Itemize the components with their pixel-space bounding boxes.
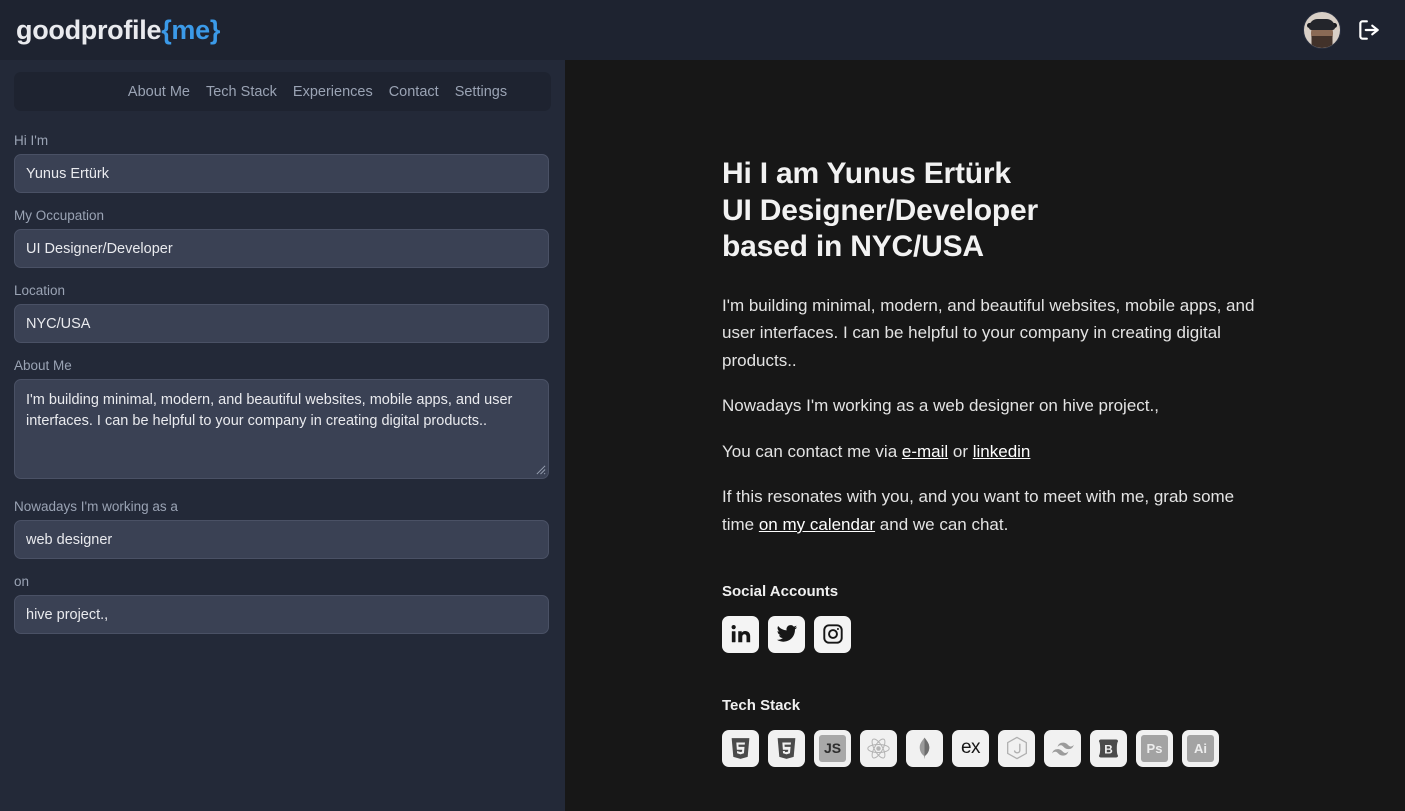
mongodb-icon	[919, 737, 930, 759]
header-actions	[1303, 11, 1389, 49]
hero-title-line-3: based in NYC/USA	[722, 230, 984, 264]
react-tile[interactable]	[860, 729, 897, 767]
calendar-text-suffix: and we can chat.	[875, 514, 1009, 534]
javascript-tile[interactable]: JS	[814, 729, 851, 767]
logout-icon	[1359, 20, 1379, 40]
hero-paragraph-contact: You can contact me via e-mail or linkedi…	[722, 438, 1257, 466]
field-name: Hi I'm	[14, 133, 551, 193]
bootstrap-icon: B	[1098, 739, 1119, 757]
social-accounts-heading: Social Accounts	[722, 582, 839, 600]
preview-panel: Hi I am Yunus Ertürk UI Designer/Develop…	[565, 60, 1405, 811]
illustrator-tile[interactable]: Ai	[1182, 729, 1219, 767]
section-tabs: About Me Tech Stack Experiences Contact …	[14, 72, 551, 111]
bootstrap-tile[interactable]: B	[1090, 729, 1127, 767]
tab-about-me[interactable]: About Me	[120, 84, 198, 100]
tab-contact[interactable]: Contact	[381, 84, 447, 100]
location-input[interactable]	[14, 304, 549, 343]
photoshop-badge: Ps	[1141, 734, 1168, 762]
name-input[interactable]	[14, 154, 549, 193]
css3-icon	[777, 737, 796, 759]
hero-paragraph-calendar: If this resonates with you, and you want…	[722, 483, 1257, 538]
field-about-me: About Me I'm building minimal, modern, a…	[14, 358, 551, 484]
hero-title: Hi I am Yunus Ertürk UI Designer/Develop…	[722, 156, 1282, 266]
tailwind-tile[interactable]	[1044, 729, 1081, 767]
preview-content: Hi I am Yunus Ertürk UI Designer/Develop…	[722, 156, 1282, 767]
tab-tech-stack[interactable]: Tech Stack	[198, 84, 285, 100]
express-label: ex	[960, 737, 981, 758]
hero-title-line-2: UI Designer/Developer	[722, 193, 1038, 227]
app-header: goodprofile{me}	[0, 0, 1405, 60]
hero-paragraph-current-work: Nowadays I'm working as a web designer o…	[722, 396, 1159, 416]
about-me-wrapper: I'm building minimal, modern, and beauti…	[14, 379, 549, 479]
illustrator-badge: Ai	[1187, 734, 1214, 762]
avatar-beard	[1311, 35, 1333, 48]
occupation-input[interactable]	[14, 229, 549, 268]
field-working-as: Nowadays I'm working as a	[14, 499, 551, 559]
javascript-label: JS	[823, 740, 842, 756]
field-location: Location	[14, 283, 551, 343]
contact-text-mid: or	[948, 441, 973, 461]
twitter-button[interactable]	[768, 615, 805, 653]
express-tile[interactable]: ex	[952, 729, 989, 767]
twitter-icon	[776, 625, 797, 642]
mongodb-tile[interactable]	[906, 729, 943, 767]
calendar-link[interactable]: on my calendar	[759, 515, 875, 534]
svg-text:B: B	[1104, 742, 1113, 756]
react-icon	[867, 738, 890, 758]
tab-experiences[interactable]: Experiences	[285, 84, 381, 100]
hero-paragraph-intro: I'm building minimal, modern, and beauti…	[722, 295, 1255, 370]
field-label-working-as: Nowadays I'm working as a	[14, 499, 178, 514]
tailwind-icon	[1051, 742, 1074, 756]
logo-text: goodprofile	[16, 14, 162, 45]
instagram-button[interactable]	[814, 615, 851, 653]
avatar[interactable]	[1303, 11, 1341, 49]
instagram-icon	[822, 624, 843, 644]
linkedin-button[interactable]	[722, 615, 759, 653]
hero-title-line-1: Hi I am Yunus Ertürk	[722, 157, 1011, 190]
field-occupation: My Occupation	[14, 208, 551, 268]
logo-accent: {me}	[161, 14, 221, 45]
javascript-badge: JS	[819, 734, 846, 762]
photoshop-label: Ps	[1146, 740, 1163, 756]
main-layout: About Me Tech Stack Experiences Contact …	[0, 60, 1405, 811]
field-label-name: Hi I'm	[14, 133, 49, 148]
working-as-input[interactable]	[14, 520, 549, 559]
avatar-cap	[1309, 19, 1335, 31]
social-accounts-row	[722, 615, 1282, 653]
css3-tile[interactable]	[768, 729, 805, 767]
working-on-input[interactable]	[14, 595, 549, 634]
nodejs-icon	[1006, 736, 1027, 760]
logout-button[interactable]	[1355, 16, 1383, 44]
tab-settings[interactable]: Settings	[447, 84, 515, 100]
field-label-occupation: My Occupation	[14, 208, 105, 223]
html5-icon	[731, 737, 750, 759]
photoshop-tile[interactable]: Ps	[1136, 729, 1173, 767]
linkedin-link[interactable]: linkedin	[973, 442, 1031, 461]
about-me-textarea[interactable]: I'm building minimal, modern, and beauti…	[14, 379, 549, 479]
contact-text-prefix: You can contact me via	[722, 441, 902, 461]
linkedin-icon	[731, 625, 750, 643]
html5-tile[interactable]	[722, 729, 759, 767]
email-link[interactable]: e-mail	[902, 442, 948, 461]
field-working-on: on	[14, 574, 551, 634]
field-label-location: Location	[14, 283, 66, 298]
nodejs-tile[interactable]	[998, 729, 1035, 767]
field-label-working-on: on	[14, 574, 30, 589]
tech-stack-row: JS ex B Ps Ai	[722, 729, 1282, 767]
field-label-about-me: About Me	[14, 358, 72, 373]
illustrator-label: Ai	[1194, 740, 1207, 756]
tech-stack-heading: Tech Stack	[722, 696, 801, 714]
app-logo[interactable]: goodprofile{me}	[16, 15, 220, 46]
editor-panel: About Me Tech Stack Experiences Contact …	[0, 60, 565, 811]
